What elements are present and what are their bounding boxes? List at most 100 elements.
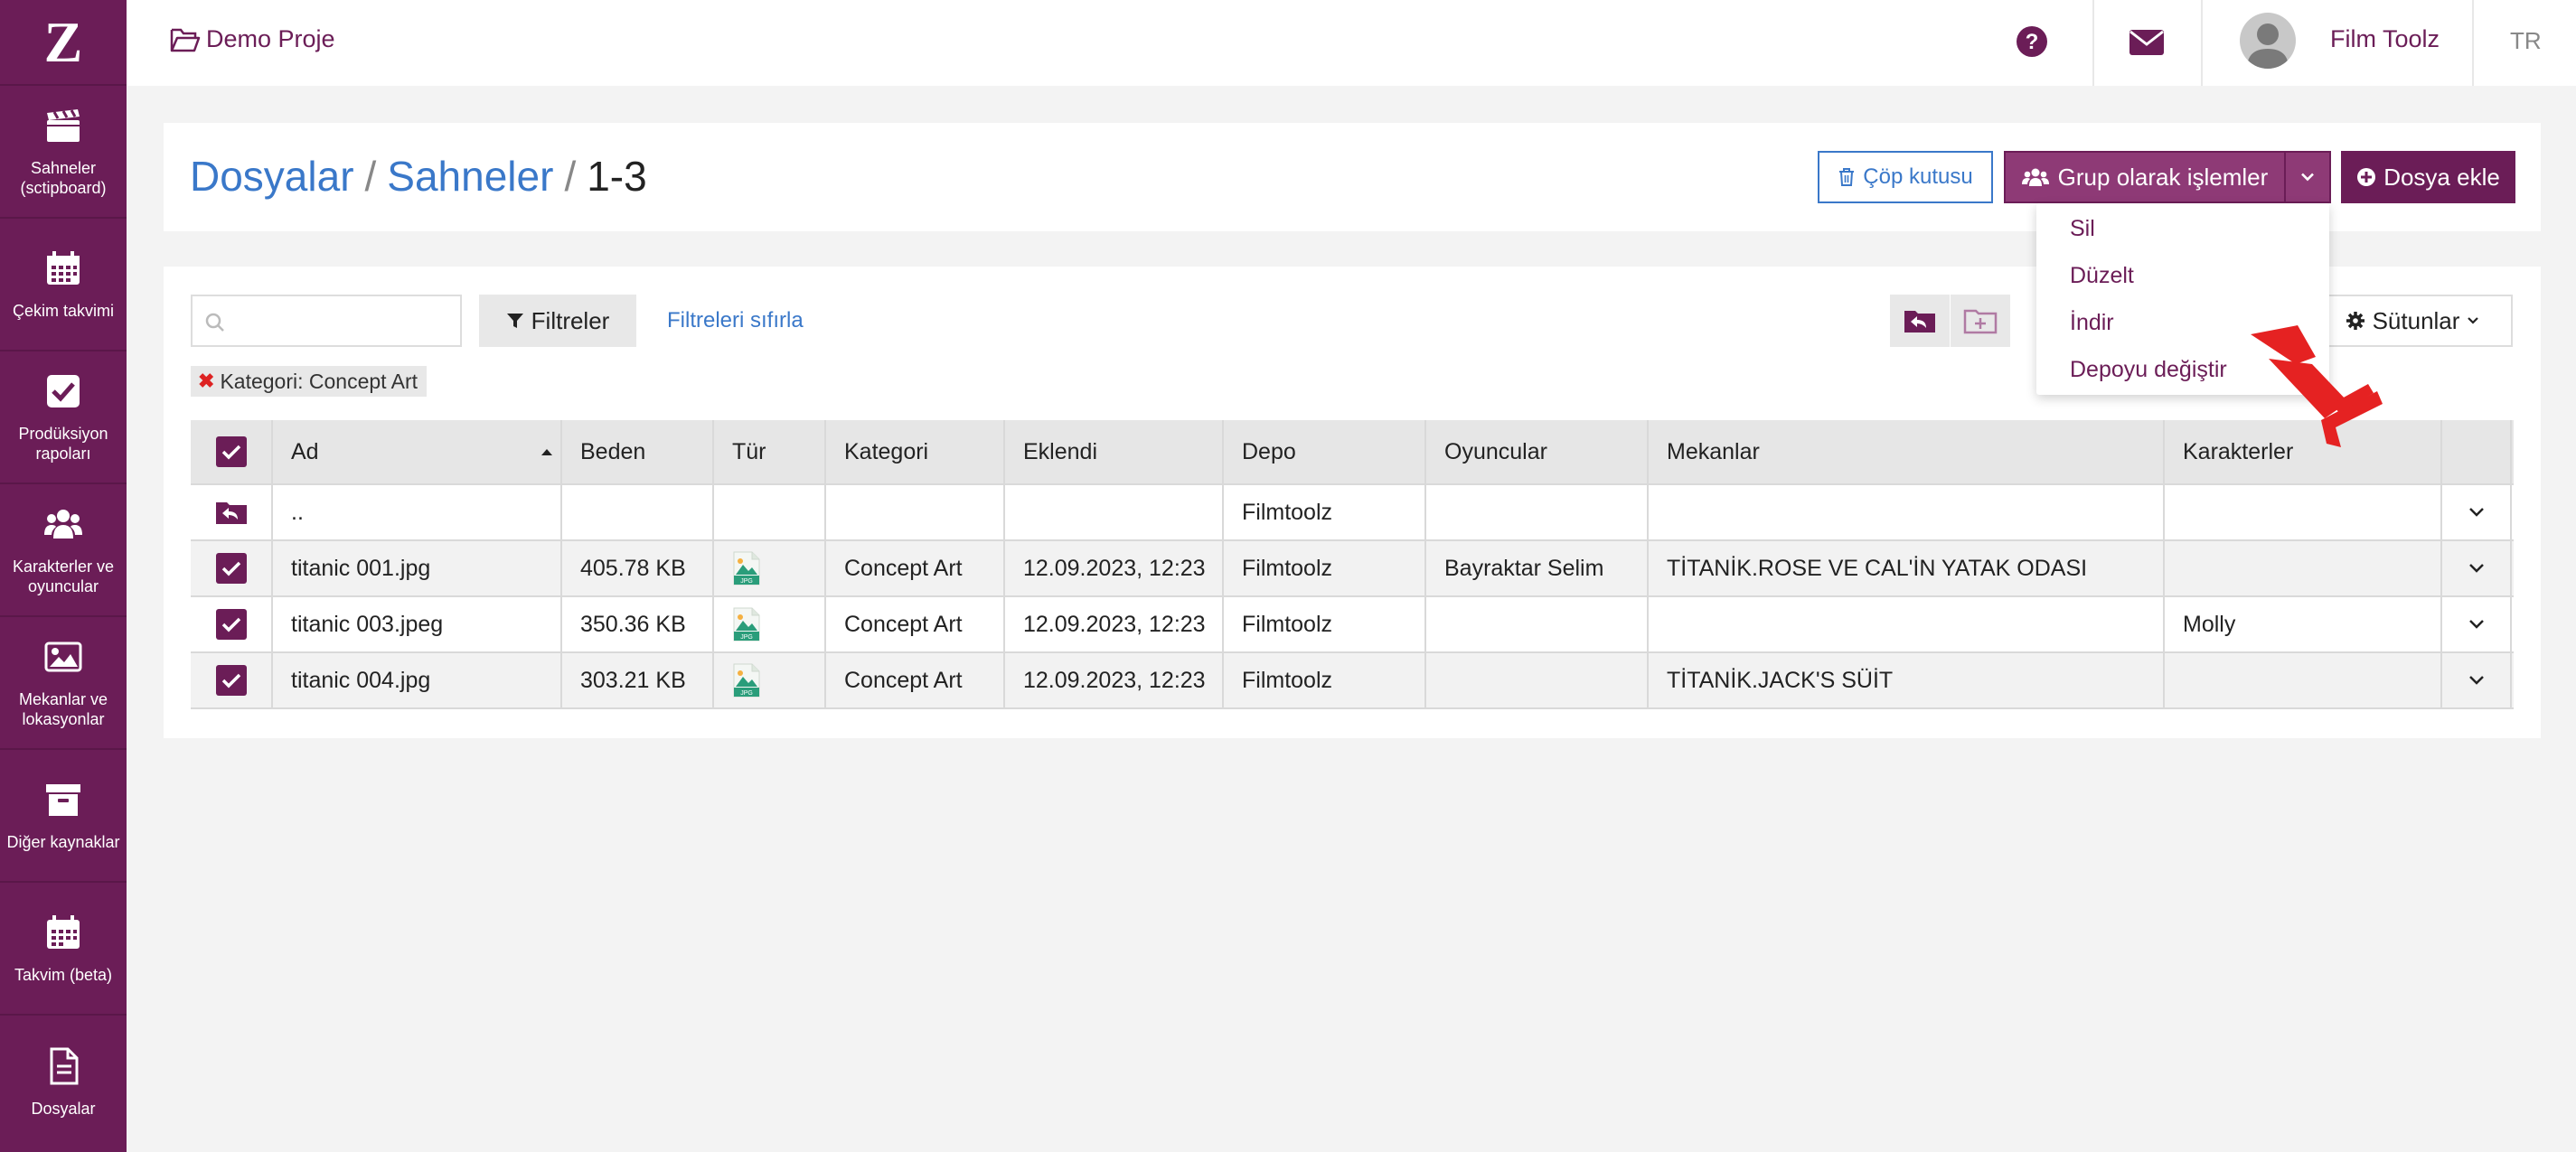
remove-filter-icon[interactable]: ✖ bbox=[198, 370, 214, 393]
cell-text: 405.78 KB bbox=[580, 555, 686, 581]
cell-text: TİTANİK.ROSE VE CAL'İN YATAK ODASI bbox=[1667, 555, 2088, 581]
parent-folder-name[interactable]: .. bbox=[291, 500, 304, 526]
divider bbox=[2472, 0, 2474, 86]
chevron-down-icon[interactable] bbox=[2468, 562, 2486, 575]
cell-text: 350.36 KB bbox=[580, 611, 686, 637]
move-up-folder-button[interactable] bbox=[1890, 295, 1950, 347]
breadcrumb-scenes[interactable]: Sahneler bbox=[387, 153, 553, 200]
menu-item-download[interactable]: İndir bbox=[2070, 310, 2114, 336]
column-header-category[interactable]: Kategori bbox=[826, 420, 1005, 483]
filters-button-label: Filtreler bbox=[531, 306, 610, 334]
folder-plus-icon bbox=[1963, 309, 1998, 334]
column-header-actors[interactable]: Oyuncular bbox=[1426, 420, 1649, 483]
sidebar-item-calendar-beta[interactable]: Takvim (beta) bbox=[0, 883, 127, 1016]
chevron-down-icon[interactable] bbox=[2468, 618, 2486, 631]
table-cell bbox=[2442, 541, 2512, 595]
breadcrumb-current: 1-3 bbox=[587, 153, 647, 200]
reset-filters-link[interactable]: Filtreleri sıfırla bbox=[667, 308, 804, 333]
sidebar-item-scenes[interactable]: Sahneler (sctipboard) bbox=[0, 86, 127, 219]
breadcrumb-separator: / bbox=[364, 153, 377, 200]
app-logo[interactable]: Z bbox=[0, 0, 127, 86]
help-icon[interactable]: ? bbox=[2016, 25, 2048, 58]
table-header-row: Ad Beden Tür Kategori Eklendi Depo Oyunc… bbox=[191, 420, 2514, 485]
jpg-file-icon: JPG bbox=[733, 551, 760, 585]
project-selector[interactable]: Demo Proje bbox=[170, 25, 335, 53]
file-icon bbox=[50, 1047, 79, 1084]
column-label: Kategori bbox=[844, 438, 929, 464]
filter-value: Concept Art bbox=[308, 369, 418, 393]
new-folder-button[interactable] bbox=[1951, 295, 2010, 347]
column-label: Mekanlar bbox=[1667, 438, 1760, 464]
filter-icon bbox=[506, 314, 523, 328]
clapperboard-icon bbox=[47, 108, 80, 142]
sidebar-item-shooting-schedule[interactable]: Çekim takvimi bbox=[0, 219, 127, 351]
sidebar-item-locations[interactable]: Mekanlar ve lokasyonlar bbox=[0, 617, 127, 750]
sidebar-item-other-resources[interactable]: Diğer kaynaklar bbox=[0, 750, 127, 883]
sidebar-item-production-reports[interactable]: Prodüksiyon rapoları bbox=[0, 351, 127, 484]
column-header-name[interactable]: Ad bbox=[273, 420, 562, 483]
column-header-storage[interactable]: Depo bbox=[1224, 420, 1426, 483]
file-name[interactable]: titanic 003.jpeg bbox=[291, 612, 443, 638]
table-row[interactable]: titanic 004.jpg 303.21 KB JPG Concept Ar… bbox=[191, 653, 2514, 709]
trash-button-label: Çöp kutusu bbox=[1863, 164, 1973, 189]
table-cell: Filmtoolz bbox=[1224, 485, 1426, 539]
breadcrumb-files[interactable]: Dosyalar bbox=[190, 153, 354, 200]
sort-asc-icon bbox=[541, 449, 552, 455]
breadcrumb-separator: / bbox=[564, 153, 577, 200]
column-header-locations[interactable]: Mekanlar bbox=[1649, 420, 2165, 483]
add-file-button[interactable]: Dosya ekle bbox=[2341, 151, 2515, 203]
add-file-label: Dosya ekle bbox=[2383, 163, 2500, 191]
table-cell bbox=[191, 541, 273, 595]
row-checkbox[interactable] bbox=[215, 665, 247, 696]
cell-text: Molly bbox=[2183, 611, 2236, 637]
sidebar-item-label: Çekim takvimi bbox=[12, 301, 114, 320]
table-row[interactable]: titanic 003.jpeg 350.36 KB JPG Concept A… bbox=[191, 597, 2514, 653]
user-silhouette-icon bbox=[2247, 23, 2289, 69]
table-cell: titanic 004.jpg bbox=[273, 653, 562, 707]
column-header-actions bbox=[2442, 420, 2512, 483]
table-cell: TİTANİK.JACK'S SÜİT bbox=[1649, 653, 2165, 707]
username[interactable]: Film Toolz bbox=[2330, 25, 2440, 53]
filters-button[interactable]: Filtreler bbox=[479, 295, 636, 347]
sidebar-item-characters-actors[interactable]: Karakterler ve oyuncular bbox=[0, 484, 127, 617]
select-all-checkbox[interactable] bbox=[215, 436, 247, 467]
search-input[interactable] bbox=[191, 295, 462, 347]
file-type-label: JPG bbox=[740, 578, 753, 585]
table-cell bbox=[2442, 485, 2512, 539]
cell-text: Filmtoolz bbox=[1242, 499, 1333, 525]
menu-item-change-storage[interactable]: Depoyu değiştir bbox=[2070, 357, 2227, 383]
menu-item-delete[interactable]: Sil bbox=[2070, 216, 2095, 242]
avatar[interactable] bbox=[2240, 13, 2296, 69]
group-actions-button[interactable]: Grup olarak işlemler bbox=[2004, 151, 2286, 203]
row-checkbox[interactable] bbox=[215, 553, 247, 584]
table-cell bbox=[2442, 597, 2512, 651]
cell-text: Filmtoolz bbox=[1242, 611, 1333, 637]
envelope-icon[interactable] bbox=[2129, 29, 2165, 56]
column-header-type[interactable]: Tür bbox=[714, 420, 826, 483]
select-all-cell bbox=[191, 420, 273, 483]
cell-text: Filmtoolz bbox=[1242, 667, 1333, 693]
group-actions-dropdown-toggle[interactable] bbox=[2284, 151, 2331, 203]
table-row[interactable]: titanic 001.jpg 405.78 KB JPG Concept Ar… bbox=[191, 541, 2514, 597]
table-row-parent[interactable]: .. Filmtoolz bbox=[191, 485, 2514, 541]
table-cell: 12.09.2023, 12:23 bbox=[1005, 653, 1224, 707]
column-header-size[interactable]: Beden bbox=[562, 420, 714, 483]
language-selector[interactable]: TR bbox=[2510, 27, 2542, 55]
users-icon bbox=[2021, 168, 2049, 186]
sidebar-item-label: Karakterler ve oyuncular bbox=[12, 557, 115, 595]
top-bar: Demo Proje ? Film Toolz TR bbox=[127, 0, 2576, 86]
row-checkbox[interactable] bbox=[215, 609, 247, 640]
column-label: Tür bbox=[732, 438, 766, 464]
column-header-added[interactable]: Eklendi bbox=[1005, 420, 1224, 483]
menu-item-edit[interactable]: Düzelt bbox=[2070, 263, 2134, 289]
chevron-down-icon[interactable] bbox=[2468, 674, 2486, 687]
folder-back-icon[interactable] bbox=[214, 499, 249, 526]
table-cell: 350.36 KB bbox=[562, 597, 714, 651]
sidebar-item-files[interactable]: Dosyalar bbox=[0, 1016, 127, 1148]
file-name[interactable]: titanic 004.jpg bbox=[291, 668, 430, 694]
chevron-down-icon[interactable] bbox=[2468, 506, 2486, 519]
file-name[interactable]: titanic 001.jpg bbox=[291, 556, 430, 582]
check-icon bbox=[221, 445, 240, 460]
trash-button[interactable]: Çöp kutusu bbox=[1818, 151, 1993, 203]
cell-text: Concept Art bbox=[844, 611, 963, 637]
